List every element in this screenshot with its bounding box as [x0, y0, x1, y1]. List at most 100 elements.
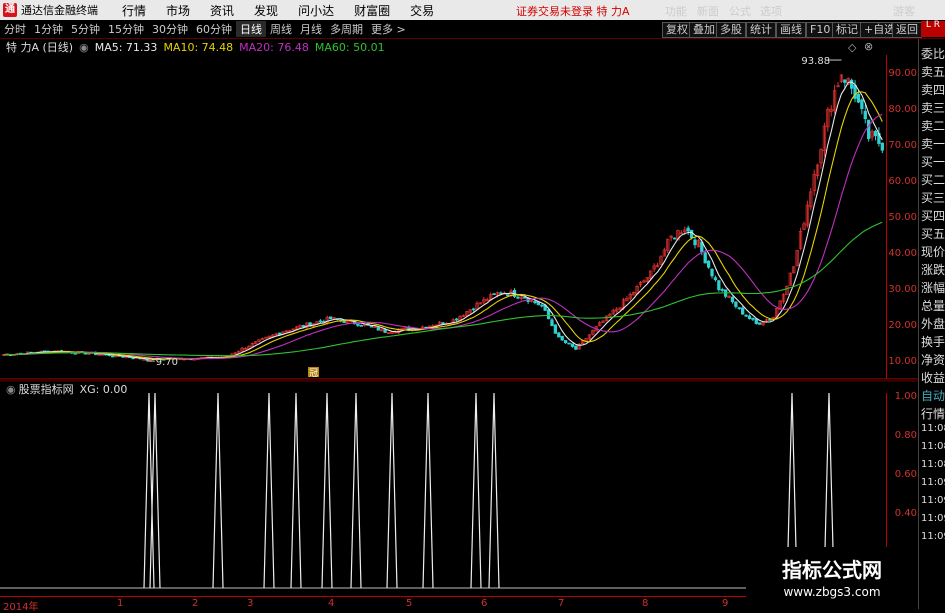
- candle-body: [540, 304, 544, 307]
- side-label: 换手: [921, 335, 945, 349]
- side-label: 买二: [921, 173, 945, 187]
- side-label: 买一: [921, 155, 945, 169]
- xg-spike: [422, 392, 434, 589]
- candle-body: [849, 79, 854, 89]
- time-tick: 5: [406, 598, 413, 609]
- candle-body: [356, 323, 360, 326]
- candle-body: [706, 260, 711, 268]
- xg-spike: [488, 392, 500, 589]
- candle-body: [863, 110, 867, 120]
- candle-body: [471, 308, 476, 311]
- collapse-icon[interactable]: ◉: [6, 383, 16, 396]
- time-tick: 3: [247, 598, 254, 609]
- high-price-label: 93.88: [801, 56, 830, 67]
- candle-body: [73, 352, 77, 355]
- candle-body: [499, 292, 503, 295]
- candle-body: [754, 318, 758, 325]
- trade-time: 11:09: [921, 495, 945, 506]
- candle-body: [492, 293, 496, 296]
- price-chart[interactable]: 93.889.70冠: [0, 0, 918, 609]
- candle-body: [131, 357, 135, 360]
- side-label: 买五: [921, 227, 945, 241]
- price-tick: 10.00: [888, 356, 917, 367]
- candle-body: [383, 329, 387, 333]
- candle-body: [553, 324, 558, 334]
- price-tick: 40.00: [888, 248, 917, 259]
- price-axis: 90.00 80.00 70.00 60.00 50.00 40.00 30.0…: [886, 55, 919, 379]
- candle-body: [376, 327, 380, 331]
- side-label: 外盘: [921, 317, 945, 331]
- candle-body: [768, 319, 772, 321]
- xg-spike: [386, 392, 398, 589]
- price-tick: 30.00: [888, 284, 917, 295]
- candle-body: [563, 340, 568, 344]
- time-tick: 9: [722, 598, 729, 609]
- time-tick: 1: [117, 598, 124, 609]
- side-label: 涨跌: [921, 263, 945, 277]
- candle-body: [318, 320, 323, 323]
- candle-body: [369, 325, 374, 328]
- watermark-title: 指标公式网: [782, 558, 882, 582]
- trade-time: 11:09: [921, 477, 945, 488]
- trade-time: 11:09: [921, 531, 945, 542]
- price-tick: 70.00: [888, 140, 917, 151]
- candle-body: [342, 321, 346, 324]
- xg-spike: [321, 392, 333, 589]
- candle-body: [570, 343, 575, 347]
- price-tick: 60.00: [888, 176, 917, 187]
- quote-side-panel: 委比 卖五 卖四 卖三 卖二 卖一 买一 买二 买三 买四 买五 现价 涨跌 涨…: [918, 39, 945, 609]
- xg-spike: [212, 392, 224, 589]
- candle-body: [560, 335, 564, 341]
- candle-body: [734, 301, 738, 307]
- side-label: 委比: [921, 47, 945, 61]
- candle-body: [758, 322, 762, 325]
- side-label: 卖三: [921, 101, 945, 115]
- candle-body: [737, 307, 741, 310]
- time-tick: 8: [642, 598, 649, 609]
- lr-marker[interactable]: L R: [921, 21, 945, 37]
- candle-body: [867, 119, 871, 139]
- candle-body: [567, 342, 571, 345]
- candle-body: [693, 239, 697, 246]
- side-label: 净资: [921, 353, 945, 367]
- side-label: 卖五: [921, 65, 945, 79]
- candle-body: [744, 314, 748, 317]
- xg-spike: [470, 392, 482, 589]
- low-price-label: 9.70: [156, 357, 178, 368]
- side-label: 卖一: [921, 137, 945, 151]
- candle-body: [717, 280, 721, 291]
- candle-body: [672, 237, 677, 240]
- candle-body: [506, 294, 510, 296]
- indicator-tick: 0.80: [894, 430, 917, 441]
- side-label: 卖二: [921, 119, 945, 133]
- candle-body: [550, 319, 554, 327]
- indicator-tick: 0.40: [894, 508, 917, 519]
- xg-spike: [350, 392, 362, 589]
- indicator-header: ◉ 股票指标网 XG: 0.00: [0, 381, 886, 397]
- trade-time: 11:09: [921, 513, 945, 524]
- candle-body: [843, 79, 847, 83]
- candle-body: [703, 252, 707, 264]
- side-label: 卖四: [921, 83, 945, 97]
- trade-time: 11:08: [921, 423, 945, 434]
- xg-value: XG: 0.00: [79, 382, 128, 396]
- time-tick: 2: [192, 598, 199, 609]
- price-tick: 90.00: [888, 68, 917, 79]
- auto-quote-toggle[interactable]: 自动: [921, 387, 945, 404]
- candle-body: [454, 318, 459, 321]
- trade-time: 11:08: [921, 459, 945, 470]
- candle-body: [741, 307, 745, 315]
- candle-body: [111, 355, 115, 358]
- watermark-url: www.zbgs3.com: [783, 585, 881, 599]
- price-tick: 20.00: [888, 320, 917, 331]
- xg-spike: [263, 392, 275, 589]
- time-tick: 4: [328, 598, 335, 609]
- candle-body: [880, 142, 884, 151]
- time-tick: 7: [558, 598, 565, 609]
- side-label: 买四: [921, 209, 945, 223]
- side-label: 涨幅: [921, 281, 945, 295]
- side-label: 总量: [921, 299, 945, 313]
- candle-body: [516, 296, 520, 299]
- candle-body: [523, 296, 527, 299]
- candle-body: [730, 296, 735, 303]
